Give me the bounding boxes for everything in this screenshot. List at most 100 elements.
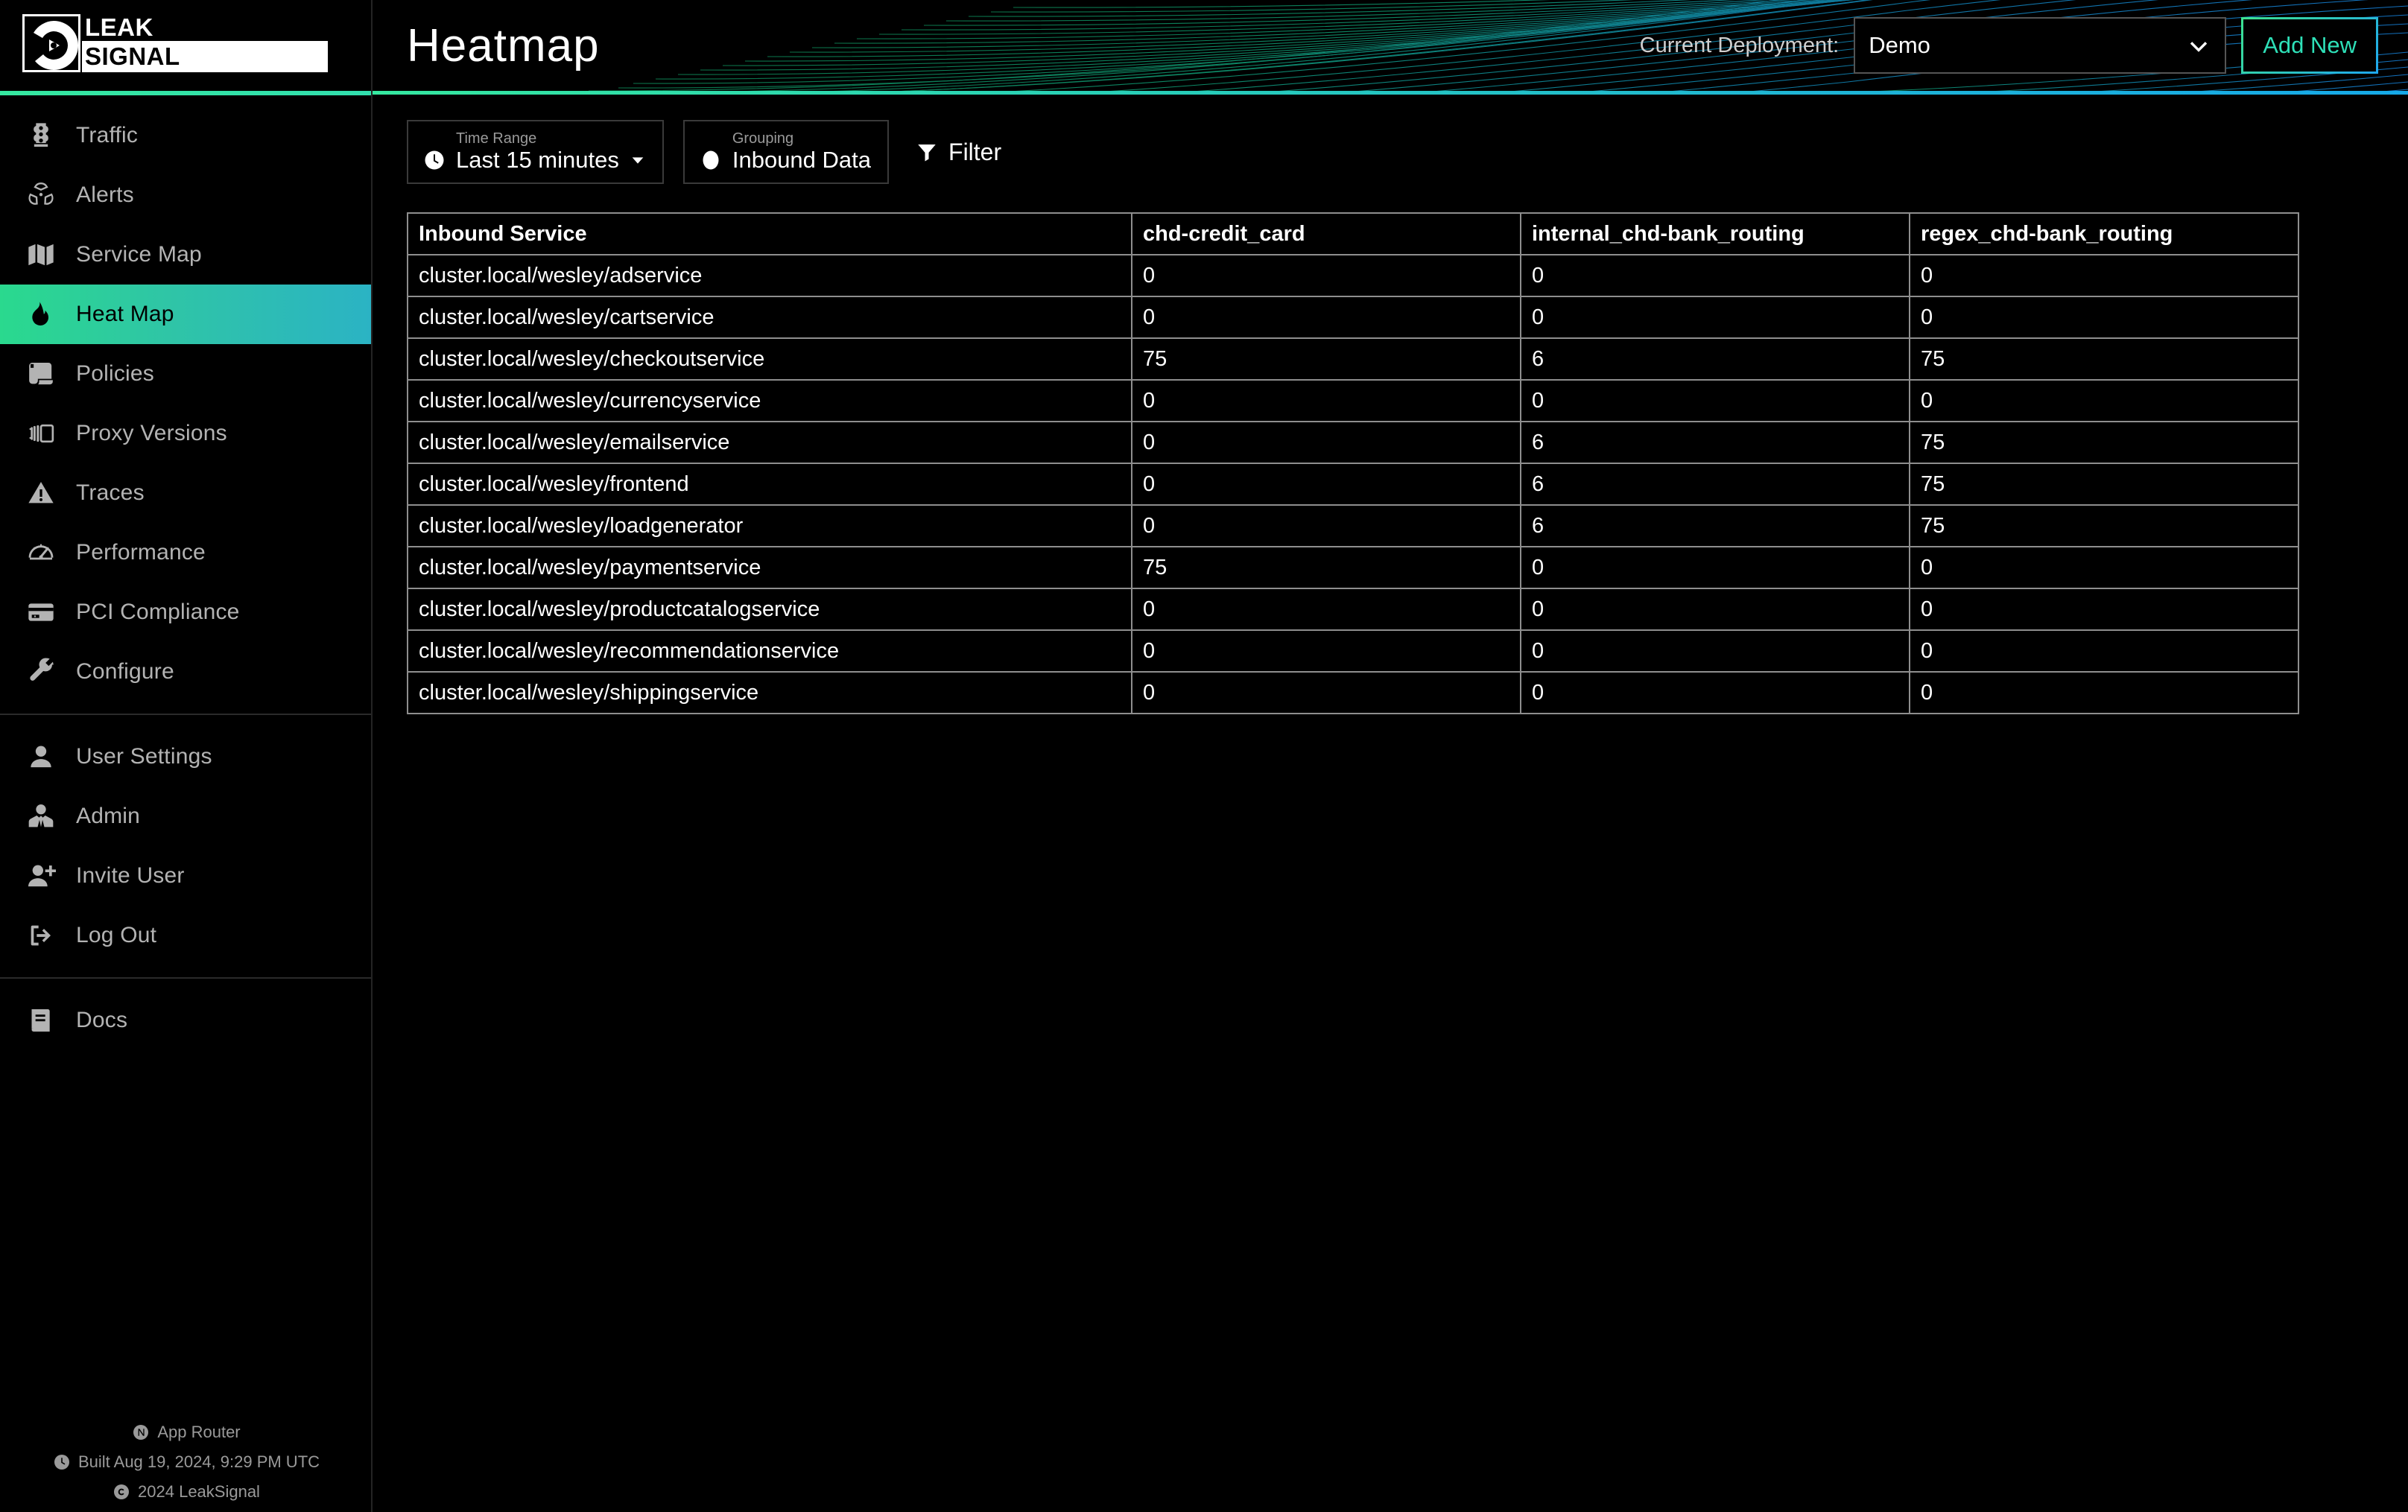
sidebar-item-traffic[interactable]: Traffic	[0, 106, 371, 165]
cell-value: 0	[1520, 254, 1910, 297]
sidebar-item-proxy-versions[interactable]: Proxy Versions	[0, 404, 371, 463]
footer-copyright: 2024 LeakSignal	[113, 1482, 260, 1502]
grouping-control[interactable]: Grouping Inbound Data	[682, 120, 890, 184]
sidebar-item-label: Configure	[76, 659, 174, 684]
primary-nav: Traffic Alerts Service Map Heat Map Poli…	[0, 95, 371, 1050]
filter-button[interactable]: Filter	[908, 139, 1009, 166]
sidebar-item-performance[interactable]: Performance	[0, 523, 371, 582]
brand-name-line2: SIGNAL	[82, 41, 328, 72]
nextjs-icon	[132, 1423, 150, 1441]
cell-value: 0	[1131, 671, 1521, 714]
cell-service-name: cluster.local/wesley/paymentservice	[407, 546, 1132, 589]
cell-value: 0	[1520, 379, 1910, 422]
sidebar-item-label: Admin	[76, 804, 141, 828]
sidebar-item-label: User Settings	[76, 744, 212, 769]
brand-logo[interactable]: LEAK SIGNAL	[0, 0, 371, 91]
sidebar-item-label: Log Out	[76, 923, 157, 947]
sidebar-item-label: PCI Compliance	[76, 600, 240, 624]
chevron-down-icon	[2186, 33, 2211, 58]
sidebar-item-alerts[interactable]: Alerts	[0, 165, 371, 225]
credit-card-icon	[25, 597, 57, 628]
column-header-2[interactable]: regex_chd-bank_routing	[1909, 212, 2299, 255]
cell-value: 0	[1520, 629, 1910, 673]
cell-service-name: cluster.local/wesley/frontend	[407, 463, 1132, 506]
sidebar-item-docs[interactable]: Docs	[0, 991, 371, 1050]
cell-value: 6	[1520, 463, 1910, 506]
cell-service-name: cluster.local/wesley/emailservice	[407, 421, 1132, 464]
scroll-icon	[25, 358, 57, 390]
nav-divider-docs	[0, 977, 371, 979]
top-bar: Heatmap Current Deployment: Demo Add New	[373, 0, 2408, 91]
footer-copyright-label: 2024 LeakSignal	[138, 1482, 260, 1501]
sidebar-item-service-map[interactable]: Service Map	[0, 225, 371, 285]
cell-service-name: cluster.local/wesley/adservice	[407, 254, 1132, 297]
sidebar-item-label: Traces	[76, 480, 145, 505]
sidebar-item-invite-user[interactable]: Invite User	[0, 846, 371, 906]
heatmap-table-wrapper: Inbound Service chd-credit_card internal…	[407, 212, 2299, 714]
cell-service-name: cluster.local/wesley/productcatalogservi…	[407, 588, 1132, 631]
cell-value: 75	[1909, 463, 2299, 506]
column-header-1[interactable]: internal_chd-bank_routing	[1520, 212, 1910, 255]
sidebar-item-user-settings[interactable]: User Settings	[0, 727, 371, 787]
main-area: Heatmap Current Deployment: Demo Add New…	[373, 0, 2408, 1512]
sidebar-item-heat-map[interactable]: Heat Map	[0, 285, 371, 344]
copyright-icon	[113, 1483, 130, 1501]
cell-value: 0	[1131, 629, 1521, 673]
table-row[interactable]: cluster.local/wesley/emailservice 0 6 75	[407, 421, 2299, 464]
cell-value: 0	[1131, 379, 1521, 422]
sidebar-item-label: Service Map	[76, 242, 202, 267]
deployment-select[interactable]: Demo	[1854, 17, 2227, 74]
deployment-controls: Current Deployment: Demo Add New	[1640, 17, 2378, 74]
column-header-0[interactable]: chd-credit_card	[1131, 212, 1521, 255]
table-row[interactable]: cluster.local/wesley/shippingservice 0 0 0	[407, 671, 2299, 714]
sidebar-item-label: Docs	[76, 1008, 128, 1032]
brand-name-line1: LEAK	[85, 13, 153, 41]
time-range-control[interactable]: Time Range Last 15 minutes	[407, 120, 664, 184]
sidebar-item-configure[interactable]: Configure	[0, 642, 371, 702]
table-row[interactable]: cluster.local/wesley/currencyservice 0 0 0	[407, 379, 2299, 422]
table-row[interactable]: cluster.local/wesley/adservice 0 0 0	[407, 254, 2299, 297]
table-row[interactable]: cluster.local/wesley/cartservice 0 0 0	[407, 296, 2299, 339]
cell-value: 6	[1520, 421, 1910, 464]
sidebar-item-pci-compliance[interactable]: PCI Compliance	[0, 582, 371, 642]
cell-value: 0	[1909, 546, 2299, 589]
table-row[interactable]: cluster.local/wesley/recommendationservi…	[407, 629, 2299, 673]
clock-icon	[423, 149, 446, 171]
cell-service-name: cluster.local/wesley/currencyservice	[407, 379, 1132, 422]
cell-value: 0	[1520, 546, 1910, 589]
caret-down-icon	[630, 152, 646, 168]
column-header-service[interactable]: Inbound Service	[407, 212, 1132, 255]
add-new-button[interactable]: Add New	[2241, 17, 2378, 74]
layers-icon	[25, 418, 57, 449]
nav-divider	[0, 714, 371, 715]
cell-value: 0	[1520, 671, 1910, 714]
sidebar-item-label: Traffic	[76, 123, 139, 147]
cell-value: 0	[1909, 629, 2299, 673]
table-row[interactable]: cluster.local/wesley/frontend 0 6 75	[407, 463, 2299, 506]
sidebar-item-policies[interactable]: Policies	[0, 344, 371, 404]
user-icon	[25, 741, 57, 772]
sidebar-item-traces[interactable]: Traces	[0, 463, 371, 523]
filters-toolbar: Time Range Last 15 minutes Grouping Inbo…	[407, 120, 2378, 184]
map-icon	[25, 239, 57, 270]
table-row[interactable]: cluster.local/wesley/loadgenerator 0 6 75	[407, 504, 2299, 547]
time-range-value: Last 15 minutes	[456, 147, 619, 173]
footer-build-label: Built Aug 19, 2024, 9:29 PM UTC	[77, 1452, 320, 1471]
table-row[interactable]: cluster.local/wesley/productcatalogservi…	[407, 588, 2299, 631]
cell-service-name: cluster.local/wesley/shippingservice	[407, 671, 1132, 714]
warning-triangle-icon	[25, 477, 57, 509]
table-row[interactable]: cluster.local/wesley/checkoutservice 75 6 7…	[407, 337, 2299, 381]
cell-value: 6	[1520, 504, 1910, 547]
logout-icon	[25, 920, 57, 951]
cell-value: 75	[1131, 546, 1521, 589]
cell-value: 0	[1909, 588, 2299, 631]
sidebar-item-log-out[interactable]: Log Out	[0, 906, 371, 965]
cell-service-name: cluster.local/wesley/recommendationservi…	[407, 629, 1132, 673]
filter-label: Filter	[948, 138, 1002, 165]
sidebar-item-label: Proxy Versions	[76, 421, 227, 445]
table-row[interactable]: cluster.local/wesley/paymentservice 75 0 0	[407, 546, 2299, 589]
user-tie-icon	[25, 801, 57, 832]
sidebar-item-admin[interactable]: Admin	[0, 787, 371, 846]
table-body: cluster.local/wesley/adservice 0 0 0 cluster…	[407, 254, 2299, 714]
cell-value: 0	[1909, 254, 2299, 297]
